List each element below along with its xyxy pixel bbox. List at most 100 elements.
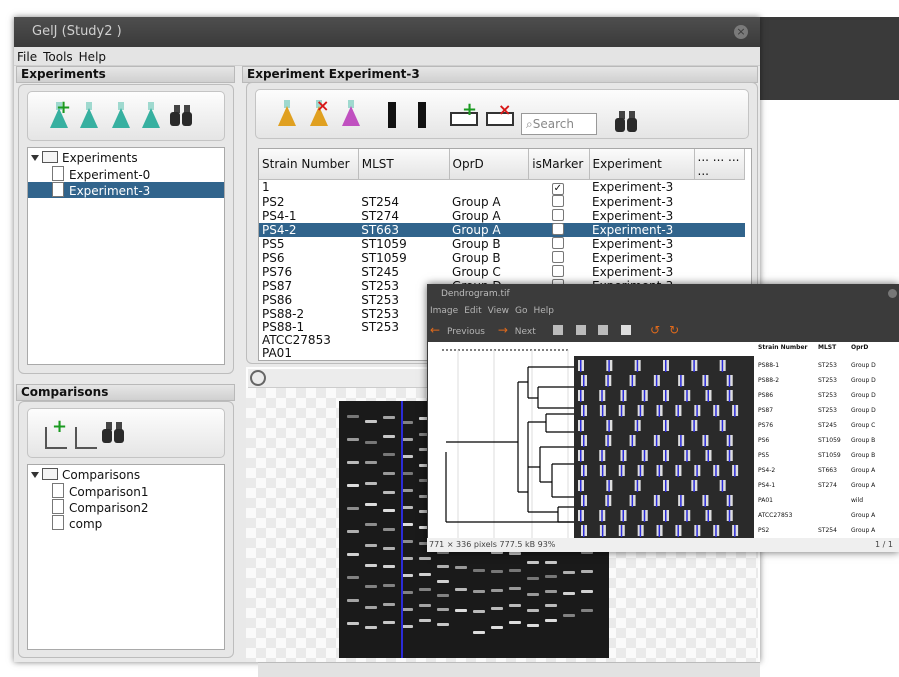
- column-header[interactable]: ... ... ... ...: [694, 149, 745, 180]
- viewer-menu-edit[interactable]: Edit: [464, 306, 481, 316]
- search-input[interactable]: ⌕Search: [521, 113, 597, 135]
- table-row[interactable]: PS4-2 ST663 Group A Experiment-3: [259, 223, 745, 237]
- band-marker: [734, 525, 736, 537]
- rotate-left-icon[interactable]: ↺: [650, 323, 660, 337]
- is-marker-checkbox[interactable]: [551, 195, 564, 207]
- remove-column-button[interactable]: ×: [484, 100, 514, 130]
- gel-band: [419, 588, 431, 592]
- add-column-button[interactable]: +: [448, 100, 478, 130]
- table-row[interactable]: PS6 ST1059 Group B Experiment-3: [259, 251, 745, 265]
- viewer-menu-image[interactable]: Image: [430, 306, 458, 316]
- add-lane-button[interactable]: [274, 100, 300, 130]
- is-marker-cell[interactable]: [529, 237, 589, 251]
- viewer-table-cell: ST253: [818, 377, 837, 384]
- window-close-icon[interactable]: ×: [734, 25, 748, 39]
- rotate-right-icon[interactable]: ↻: [669, 323, 679, 337]
- band-marker: [680, 375, 682, 387]
- previous-arrow-icon[interactable]: ←: [430, 323, 440, 337]
- table-cell: Group C: [452, 264, 501, 279]
- horizontal-scrollbar[interactable]: [258, 662, 760, 677]
- band-marker: [665, 360, 667, 372]
- menu-tools[interactable]: Tools: [40, 47, 76, 64]
- previous-button[interactable]: Previous: [447, 327, 485, 337]
- gel-band: [545, 618, 557, 622]
- next-arrow-icon[interactable]: →: [498, 323, 508, 337]
- table-row[interactable]: PS4-1 ST274 Group A Experiment-3: [259, 209, 745, 223]
- zoom-out-icon[interactable]: [575, 325, 586, 335]
- is-marker-cell[interactable]: [529, 251, 589, 265]
- menu-file[interactable]: File: [14, 47, 40, 64]
- is-marker-cell[interactable]: [529, 265, 589, 279]
- viewer-menu-help[interactable]: Help: [533, 306, 554, 316]
- binoculars-icon[interactable]: [613, 108, 641, 136]
- copy-comparison-button[interactable]: [72, 419, 98, 449]
- zoom-out-icon[interactable]: [250, 370, 266, 386]
- tree-item-experiment-3[interactable]: Experiment-3: [28, 182, 224, 198]
- gel-band: [491, 607, 503, 611]
- document-icon: [52, 499, 64, 514]
- is-marker-checkbox[interactable]: ✓: [551, 183, 564, 195]
- gel-band: [419, 572, 431, 576]
- binoculars-icon[interactable]: [168, 102, 196, 130]
- gel-band: [437, 622, 449, 626]
- band-marker: [728, 435, 731, 447]
- add-experiment-button[interactable]: +: [46, 99, 72, 132]
- column-header[interactable]: Strain Number: [259, 149, 359, 180]
- is-marker-checkbox[interactable]: [551, 265, 564, 277]
- is-marker-checkbox[interactable]: [551, 209, 564, 221]
- is-marker-checkbox[interactable]: [551, 223, 564, 235]
- column-header[interactable]: isMarker: [528, 149, 590, 180]
- add-comparison-button[interactable]: +: [42, 418, 68, 449]
- table-row[interactable]: PS76 ST245 Group C Experiment-3: [259, 265, 745, 279]
- zoom-fit-icon[interactable]: [621, 325, 632, 335]
- tree-node-comparisons[interactable]: Comparisons: [31, 467, 140, 483]
- export-experiment-button[interactable]: [138, 102, 164, 132]
- gel-band: [419, 603, 431, 607]
- tree-item-comparison2[interactable]: Comparison2: [52, 499, 148, 515]
- expand-triangle-icon[interactable]: [31, 472, 39, 478]
- viewer-table-cell: ST253: [818, 362, 837, 369]
- copy-experiment-button[interactable]: [76, 102, 102, 132]
- menu-help[interactable]: Help: [76, 47, 109, 64]
- tree-item-comp[interactable]: comp: [52, 515, 102, 531]
- title-bar[interactable]: GelJ (Study2 ) ×: [14, 17, 760, 47]
- edit-band-button[interactable]: [380, 100, 406, 130]
- is-marker-cell[interactable]: [528, 223, 589, 237]
- viewer-table-cell: ST253: [818, 392, 837, 399]
- table-row[interactable]: 1 ✓ Experiment-3: [259, 180, 745, 195]
- is-marker-cell[interactable]: ✓: [529, 180, 589, 195]
- viewer-table-cell: ATCC27853: [758, 512, 793, 519]
- column-header[interactable]: OprD: [449, 149, 530, 180]
- table-row[interactable]: PS5 ST1059 Group B Experiment-3: [259, 237, 745, 251]
- gel-band: [365, 585, 377, 589]
- tree-item-experiment-0[interactable]: Experiment-0: [52, 166, 216, 182]
- is-marker-checkbox[interactable]: [551, 251, 564, 263]
- viewer-table-cell: Group B: [851, 437, 876, 444]
- viewer-table-cell: ST254: [818, 527, 837, 534]
- viewer-table-cell: Group A: [851, 467, 876, 474]
- viewer-menu-view[interactable]: View: [488, 306, 509, 316]
- next-button[interactable]: Next: [515, 327, 536, 337]
- band-marker: [696, 405, 698, 417]
- expand-triangle-icon[interactable]: [31, 155, 39, 161]
- viewer-table-cell: ST1059: [818, 452, 841, 459]
- tree-item-comparison1[interactable]: Comparison1: [52, 483, 148, 499]
- zoom-normal-icon[interactable]: [598, 325, 609, 335]
- binoculars-icon[interactable]: [100, 419, 128, 447]
- remove-lane-button[interactable]: ×: [306, 98, 332, 130]
- band-detection-button[interactable]: [410, 100, 436, 130]
- viewer-close-icon[interactable]: [888, 289, 897, 298]
- gel-band: [383, 602, 395, 606]
- is-marker-cell[interactable]: [529, 195, 589, 209]
- viewer-menu-go[interactable]: Go: [515, 306, 527, 316]
- table-cell: Group A: [452, 208, 501, 223]
- is-marker-cell[interactable]: [529, 209, 589, 223]
- is-marker-checkbox[interactable]: [551, 237, 564, 249]
- import-experiment-button[interactable]: [108, 102, 134, 132]
- tree-node-experiments[interactable]: Experiments: [31, 150, 138, 166]
- zoom-in-icon[interactable]: [552, 325, 563, 335]
- column-header[interactable]: MLST: [358, 149, 450, 180]
- table-row[interactable]: PS2 ST254 Group A Experiment-3: [259, 195, 745, 209]
- edit-lane-button[interactable]: [338, 100, 364, 130]
- column-header[interactable]: Experiment: [589, 149, 695, 180]
